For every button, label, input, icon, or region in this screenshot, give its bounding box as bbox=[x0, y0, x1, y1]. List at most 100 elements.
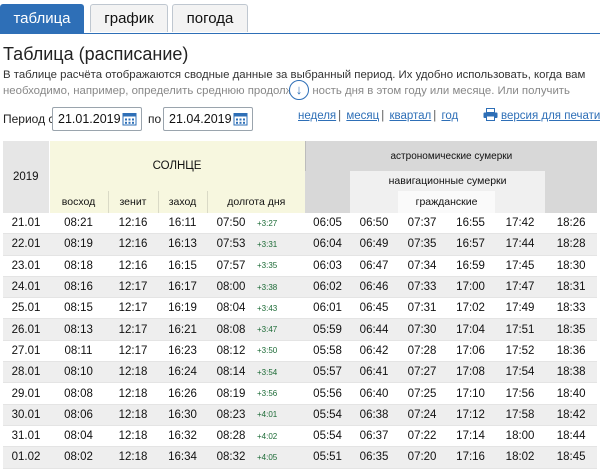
year-header: 2019 bbox=[3, 141, 50, 213]
nav-dawn-cell: 06:41 bbox=[350, 361, 399, 384]
link-year[interactable]: год bbox=[441, 110, 458, 122]
day-length-cell: 08:23 bbox=[207, 404, 255, 426]
astro-dawn-cell: 05:56 bbox=[305, 382, 351, 405]
zenith-cell: 12:18 bbox=[108, 446, 158, 469]
nav-dusk-cell: 17:42 bbox=[495, 213, 546, 235]
nav-dusk-cell: 17:54 bbox=[495, 361, 546, 384]
civil-dawn-cell: 07:20 bbox=[398, 446, 447, 469]
day-length-delta: +4:01 bbox=[255, 404, 306, 426]
tab-weather[interactable]: погода bbox=[172, 4, 248, 32]
zenith-cell: 12:16 bbox=[108, 233, 158, 256]
day-length-cell: 08:32 bbox=[207, 446, 255, 469]
table-row: 29.01 08:08 12:18 16:26 08:19 +3:56 05:56 06:40… bbox=[3, 382, 598, 405]
civil-dusk-cell: 17:04 bbox=[446, 318, 496, 341]
civil-dusk-cell: 17:06 bbox=[446, 340, 496, 363]
astro-dawn-cell: 06:05 bbox=[305, 213, 351, 235]
day-length-cell: 07:53 bbox=[207, 233, 255, 256]
civil-dusk-cell: 16:57 bbox=[446, 233, 496, 256]
table-row: 25.01 08:15 12:17 16:19 08:04 +3:43 06:01 06:45… bbox=[3, 297, 598, 320]
astro-dusk-cell: 18:38 bbox=[545, 361, 598, 384]
civil-dusk-cell: 17:12 bbox=[446, 404, 496, 426]
link-quarter[interactable]: квартал bbox=[389, 110, 431, 122]
nav-dawn-cell: 06:42 bbox=[350, 340, 399, 363]
table-row: 28.01 08:10 12:18 16:24 08:14 +3:54 05:57 06:41… bbox=[3, 361, 598, 384]
astro-dusk-cell: 18:45 bbox=[545, 446, 598, 469]
col-zenith: зенит bbox=[107, 191, 158, 213]
table-row: 27.01 08:11 12:17 16:23 08:12 +3:50 05:58 06:42… bbox=[3, 340, 598, 363]
day-length-delta: +3:35 bbox=[255, 255, 306, 277]
day-length-delta: +3:31 bbox=[255, 233, 306, 256]
civil-dawn-cell: 07:28 bbox=[398, 340, 447, 363]
astro-dawn-cell: 05:58 bbox=[305, 340, 351, 363]
nav-dusk-cell: 17:47 bbox=[495, 276, 546, 299]
date-cell: 31.01 bbox=[3, 425, 49, 448]
zenith-cell: 12:16 bbox=[108, 255, 158, 277]
astro-twilight-header: астрономические сумерки bbox=[304, 141, 598, 171]
date-to-input[interactable] bbox=[169, 109, 231, 129]
col-day-length: долгота дня bbox=[206, 191, 306, 213]
zenith-cell: 12:16 bbox=[108, 213, 158, 235]
zenith-cell: 12:18 bbox=[108, 404, 158, 426]
zenith-cell: 12:18 bbox=[108, 382, 158, 405]
civil-dawn-cell: 07:34 bbox=[398, 255, 447, 277]
civil-dawn-cell: 07:24 bbox=[398, 404, 447, 426]
day-length-delta: +3:27 bbox=[255, 213, 306, 235]
sunrise-cell: 08:08 bbox=[49, 382, 108, 405]
astro-dusk-cell: 18:26 bbox=[545, 213, 598, 235]
sunrise-cell: 08:18 bbox=[49, 255, 108, 277]
day-length-cell: 08:00 bbox=[207, 276, 255, 299]
day-length-cell: 08:12 bbox=[207, 340, 255, 363]
table-row: 26.01 08:13 12:17 16:21 08:08 +3:47 05:59 06:44… bbox=[3, 318, 598, 341]
sunrise-cell: 08:21 bbox=[49, 213, 108, 235]
tab-bar: таблица график погода bbox=[0, 0, 600, 34]
civil-dawn-cell: 07:35 bbox=[398, 233, 447, 256]
sunset-cell: 16:30 bbox=[158, 404, 207, 426]
nav-dawn-cell: 06:50 bbox=[350, 213, 399, 235]
tab-chart[interactable]: график bbox=[90, 4, 168, 32]
day-length-cell: 07:50 bbox=[207, 213, 255, 235]
civil-dawn-cell: 07:25 bbox=[398, 382, 447, 405]
sunrise-cell: 08:16 bbox=[49, 276, 108, 299]
astro-dawn-cell: 06:04 bbox=[305, 233, 351, 256]
date-from-field[interactable] bbox=[52, 107, 142, 131]
nav-dusk-cell: 17:51 bbox=[495, 318, 546, 341]
date-cell: 27.01 bbox=[3, 340, 49, 363]
nav-dusk-cell: 17:44 bbox=[495, 233, 546, 256]
tab-table[interactable]: таблица bbox=[0, 4, 84, 33]
date-from-input[interactable] bbox=[58, 109, 120, 129]
calendar-icon[interactable] bbox=[122, 111, 137, 126]
sun-header: СОЛНЦЕ bbox=[49, 141, 306, 191]
sunset-cell: 16:32 bbox=[158, 425, 207, 448]
sunrise-cell: 08:13 bbox=[49, 318, 108, 341]
sunset-cell: 16:26 bbox=[158, 382, 207, 405]
astro-dusk-cell: 18:35 bbox=[545, 318, 598, 341]
calendar-icon[interactable] bbox=[233, 111, 248, 126]
date-cell: 29.01 bbox=[3, 382, 49, 405]
date-to-field[interactable] bbox=[163, 107, 253, 131]
range-links: неделя | месяц | квартал | год bbox=[298, 110, 459, 122]
astro-dusk-cell: 18:31 bbox=[545, 276, 598, 299]
nav-dawn-cell: 06:46 bbox=[350, 276, 399, 299]
astro-dawn-cell: 05:54 bbox=[305, 425, 351, 448]
astro-dusk-cell: 18:40 bbox=[545, 382, 598, 405]
day-length-delta: +3:43 bbox=[255, 297, 306, 320]
astro-dusk-cell: 18:30 bbox=[545, 255, 598, 277]
zenith-cell: 12:17 bbox=[108, 318, 158, 341]
date-cell: 25.01 bbox=[3, 297, 49, 320]
sunset-cell: 16:23 bbox=[158, 340, 207, 363]
nav-dawn-cell: 06:40 bbox=[350, 382, 399, 405]
link-month[interactable]: месяц bbox=[346, 110, 379, 122]
sunrise-cell: 08:04 bbox=[49, 425, 108, 448]
print-version-link[interactable]: версия для печати bbox=[483, 108, 600, 122]
link-week[interactable]: неделя bbox=[298, 110, 336, 122]
date-cell: 28.01 bbox=[3, 361, 49, 384]
scroll-down-icon[interactable]: ↓ bbox=[289, 80, 309, 100]
table-row: 21.01 08:21 12:16 16:11 07:50 +3:27 06:05 06:50… bbox=[3, 213, 598, 235]
zenith-cell: 12:17 bbox=[108, 276, 158, 299]
nav-dawn-cell: 06:45 bbox=[350, 297, 399, 320]
nav-dawn-cell: 06:37 bbox=[350, 425, 399, 448]
civil-twilight-header: гражданские bbox=[398, 191, 496, 213]
astro-dawn-cell: 06:02 bbox=[305, 276, 351, 299]
civil-dusk-cell: 17:14 bbox=[446, 425, 496, 448]
nav-dawn-cell: 06:38 bbox=[350, 404, 399, 426]
